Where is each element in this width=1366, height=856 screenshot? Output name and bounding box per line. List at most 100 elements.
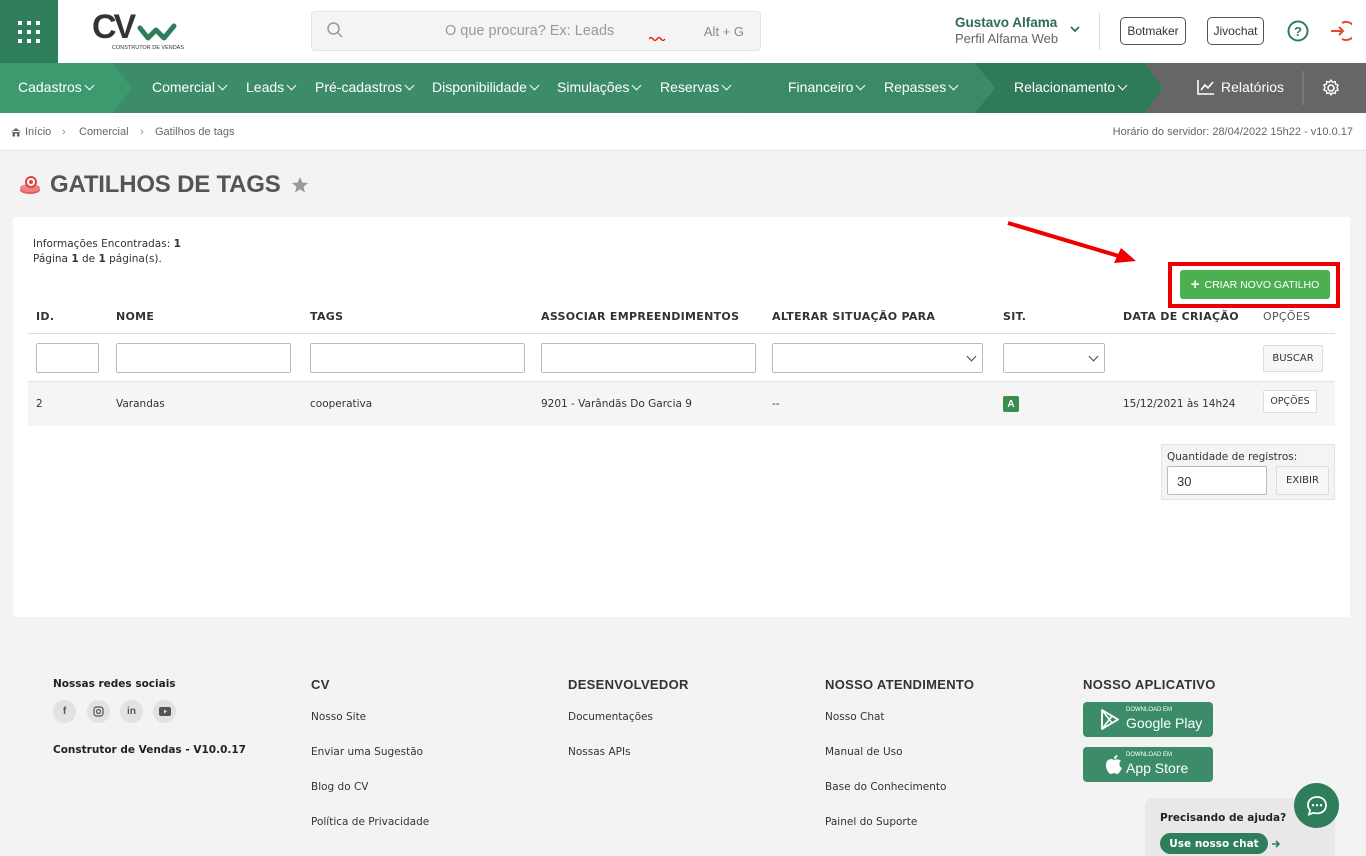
col-opcoes: OPÇÕES (1263, 310, 1311, 323)
chevron-down-icon (721, 80, 732, 91)
arrow-right-icon (1272, 840, 1281, 848)
footer-link[interactable]: Base do Conhecimento (825, 781, 946, 793)
logout-icon[interactable] (1328, 20, 1352, 42)
help-icon[interactable]: ? (1287, 20, 1309, 42)
filter-tags-input[interactable] (310, 343, 525, 373)
use-chat-button[interactable]: Use nosso chat (1160, 833, 1268, 854)
search-button[interactable]: BUSCAR (1263, 345, 1323, 372)
filter-alterar-situacao-select[interactable] (772, 343, 983, 373)
pagination-info: Página 1 de 1 página(s). (33, 253, 162, 265)
nav-pre-cadastros[interactable]: Pré-cadastros (315, 79, 415, 95)
status-badge: A (1003, 396, 1019, 412)
app-store-button[interactable]: DOWNLOAD EM App Store (1083, 747, 1213, 782)
row-options-button[interactable]: OPÇÕES (1263, 390, 1317, 413)
annotation-arrow (1007, 221, 1136, 263)
col-id: ID. (36, 310, 55, 323)
footer-link[interactable]: Painel do Suporte (825, 816, 917, 828)
chat-bubble-icon (1306, 795, 1327, 816)
filter-nome-input[interactable] (116, 343, 291, 373)
cell-empreendimento: 9201 - Varândãs Do Garcia 9 (541, 398, 692, 410)
chart-line-icon (1197, 80, 1214, 95)
chevron-down-icon (286, 80, 297, 91)
nav-reservas[interactable]: Reservas (660, 79, 732, 95)
cell-id: 2 (36, 398, 43, 410)
create-trigger-button[interactable]: + CRIAR NOVO GATILHO (1180, 270, 1330, 299)
linkedin-icon[interactable]: in (120, 700, 143, 723)
instagram-icon[interactable] (87, 700, 110, 723)
jivochat-button[interactable]: Jivochat (1207, 17, 1264, 45)
cell-tags: cooperativa (310, 398, 373, 410)
breadcrumb-inicio[interactable]: Início (25, 126, 51, 138)
search-shortcut: Alt + G (703, 24, 744, 39)
gear-icon[interactable] (1322, 79, 1340, 97)
star-icon[interactable] (291, 176, 309, 194)
chevron-down-icon (855, 80, 866, 91)
col-sit: SIT. (1003, 310, 1027, 323)
footer-link[interactable]: Blog do CV (311, 781, 369, 793)
nav-financeiro[interactable]: Financeiro (788, 79, 866, 95)
facebook-icon[interactable]: f (53, 700, 76, 723)
filter-empreendimentos-input[interactable] (541, 343, 756, 373)
nav-comercial[interactable]: Comercial (152, 79, 228, 95)
cell-situacao-para: -- (772, 398, 780, 410)
footer-version: Construtor de Vendas - V10.0.17 (53, 744, 246, 756)
records-label: Quantidade de registros: (1167, 451, 1298, 463)
top-header: CV CONSTRUTOR DE VENDAS O que procura? E… (0, 0, 1366, 63)
exibir-button[interactable]: EXIBIR (1276, 466, 1329, 495)
chevron-down-icon (529, 80, 540, 91)
chevron-down-icon (1117, 80, 1128, 91)
results-info: Informações Encontradas: 1 (33, 238, 181, 250)
nav-repasses[interactable]: Repasses (884, 79, 959, 95)
nav-relacionamento[interactable]: Relacionamento (1014, 79, 1128, 95)
youtube-icon[interactable] (153, 700, 176, 723)
search-icon (327, 22, 343, 38)
global-search[interactable]: O que procura? Ex: Leads Alt + G (311, 11, 761, 51)
footer-link[interactable]: Nossas APIs (568, 746, 631, 758)
home-icon (11, 128, 21, 137)
footer-link[interactable]: Enviar uma Sugestão (311, 746, 423, 758)
apps-grid-button[interactable] (0, 0, 58, 63)
nav-relatorios[interactable]: Relatórios (1197, 79, 1284, 95)
footer-link[interactable]: Manual de Uso (825, 746, 903, 758)
breadcrumb-separator-icon: › (62, 126, 66, 138)
footer-link[interactable]: Política de Privacidade (311, 816, 429, 828)
chevron-down-icon (966, 351, 977, 362)
footer-link[interactable]: Nosso Site (311, 711, 366, 723)
breadcrumb: Início › Comercial › Gatilhos de tags Ho… (0, 113, 1366, 151)
user-menu[interactable]: Gustavo Alfama Perfil Alfama Web (955, 15, 1058, 46)
chevron-down-icon (84, 80, 95, 91)
header-divider (1099, 13, 1100, 50)
botmaker-button[interactable]: Botmaker (1120, 17, 1186, 45)
filter-id-input[interactable] (36, 343, 99, 373)
server-time: Horário do servidor: 28/04/2022 15h22 - … (1112, 126, 1353, 138)
footer-link[interactable]: Nosso Chat (825, 711, 885, 723)
svg-text:CV: CV (92, 10, 137, 46)
page-title: GATILHOS DE TAGS (50, 171, 281, 198)
svg-text:?: ? (1294, 24, 1302, 39)
cv-logo[interactable]: CV CONSTRUTOR DE VENDAS (90, 8, 190, 54)
google-play-button[interactable]: DOWNLOAD EM Google Play (1083, 702, 1213, 737)
chat-fab[interactable] (1294, 783, 1339, 828)
search-placeholder: O que procura? Ex: Leads (445, 23, 615, 39)
nav-cadastros[interactable]: Cadastros (18, 79, 95, 95)
grid-icon (18, 20, 40, 43)
col-data: DATA DE CRIAÇÃO (1123, 310, 1239, 323)
col-nome: NOME (116, 310, 155, 323)
user-profile: Perfil Alfama Web (955, 31, 1059, 46)
chevron-down-icon[interactable] (1069, 25, 1081, 35)
user-name: Gustavo Alfama (955, 15, 1058, 30)
filter-sit-select[interactable] (1003, 343, 1105, 373)
breadcrumb-comercial[interactable]: Comercial (79, 126, 129, 138)
records-input[interactable]: 30 (1167, 466, 1267, 495)
chevron-down-icon (404, 80, 415, 91)
footer-atendimento-title: NOSSO ATENDIMENTO (825, 677, 975, 692)
chevron-down-icon (1088, 351, 1099, 362)
nav-disponibilidade[interactable]: Disponibilidade (432, 79, 540, 95)
nav-leads[interactable]: Leads (246, 79, 297, 95)
chevron-down-icon (948, 80, 959, 91)
google-play-icon (1101, 709, 1119, 730)
tags-icon (20, 176, 40, 194)
nav-simulacoes[interactable]: Simulações (557, 79, 642, 95)
col-alterar-situacao: ALTERAR SITUAÇÃO PARA (772, 310, 936, 323)
footer-link[interactable]: Documentações (568, 711, 653, 723)
